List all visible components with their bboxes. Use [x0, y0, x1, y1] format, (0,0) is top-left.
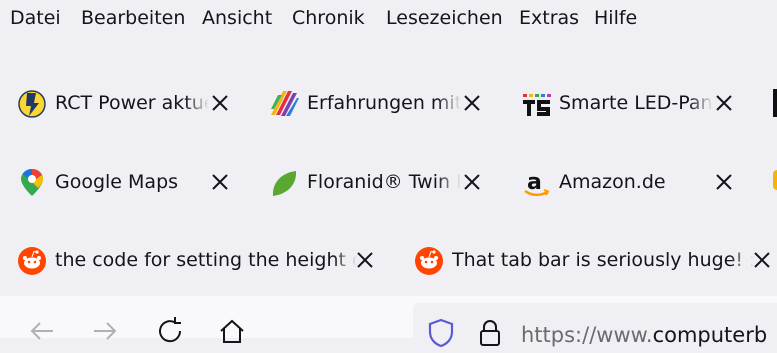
tab-close-icon[interactable]: [459, 90, 485, 116]
tab-title: Google Maps: [55, 171, 179, 193]
menu-ansicht[interactable]: Ansicht: [202, 5, 272, 31]
menu-lesezeichen[interactable]: Lesezeichen: [386, 5, 503, 31]
tab-fade: [437, 167, 461, 197]
tab-label-wrap: RCT Power aktue: [55, 88, 209, 118]
menu-datei[interactable]: Datei: [10, 5, 61, 31]
lock-icon[interactable]: [477, 318, 503, 348]
tab-reddit-code[interactable]: the code for setting the height o: [18, 239, 378, 279]
tab-amazon[interactable]: a Amazon.de: [522, 161, 747, 201]
tab-label-wrap: Erfahrungen mit: [307, 88, 461, 118]
tab-fade: [689, 88, 713, 118]
tab-reddit-tabbar[interactable]: That tab bar is seriously huge! : f: [415, 239, 777, 279]
tab-label-wrap: Google Maps: [55, 167, 209, 197]
tab-title: Amazon.de: [559, 171, 666, 193]
svg-text:a: a: [527, 170, 542, 195]
tab-label-wrap: Floranid® Twin P: [307, 167, 461, 197]
tab-label-wrap: Smarte LED-Pane: [559, 88, 713, 118]
tab-fade: [185, 88, 209, 118]
menu-chronik[interactable]: Chronik: [292, 5, 365, 31]
navigation-toolbar: https://www.computerb: [0, 296, 777, 353]
tab-close-icon[interactable]: [207, 169, 233, 195]
t5-favicon: [522, 89, 552, 119]
tab-title: That tab bar is seriously huge! : f: [452, 249, 754, 271]
url-domain: computerb: [652, 323, 768, 347]
tab-close-icon[interactable]: [207, 90, 233, 116]
amazon-icon: a: [522, 168, 552, 198]
tab-close-icon[interactable]: [711, 169, 737, 195]
url-bar[interactable]: https://www.computerb: [413, 303, 777, 353]
tab-fade: [437, 88, 461, 118]
reddit-icon: [18, 246, 48, 276]
next-tab-favicon-edge: [773, 170, 777, 190]
back-icon[interactable]: [27, 316, 57, 346]
menu-extras[interactable]: Extras: [519, 5, 579, 31]
next-tab-favicon-edge: [773, 89, 777, 117]
tab-title: the code for setting the height o: [55, 249, 357, 271]
tab-rct-power[interactable]: RCT Power aktue: [18, 82, 243, 122]
tab-close-icon[interactable]: [749, 247, 775, 273]
tracking-protection-shield-icon[interactable]: [427, 318, 455, 348]
rct-power-favicon: [18, 89, 48, 119]
tab-close-icon[interactable]: [711, 90, 737, 116]
tab-close-icon[interactable]: [459, 169, 485, 195]
tab-floranid[interactable]: Floranid® Twin P: [270, 161, 495, 201]
leaf-icon: [270, 168, 300, 198]
tab-smarte-led[interactable]: Smarte LED-Pane: [522, 82, 747, 122]
map-pin-icon: [18, 168, 48, 198]
home-icon[interactable]: [217, 316, 247, 346]
url-text[interactable]: https://www.computerb: [521, 320, 767, 350]
tab-erfahrungen[interactable]: Erfahrungen mit: [270, 82, 495, 122]
menu-hilfe[interactable]: Hilfe: [594, 5, 637, 31]
reddit-icon: [415, 246, 445, 276]
menu-bearbeiten[interactable]: Bearbeiten: [81, 5, 185, 31]
tab-label-wrap: Amazon.de: [559, 167, 713, 197]
menubar: Datei Bearbeiten Ansicht Chronik Lesezei…: [0, 0, 777, 38]
tab-label-wrap: the code for setting the height o: [55, 245, 357, 275]
tab-google-maps[interactable]: Google Maps: [18, 161, 243, 201]
tab-label-wrap: That tab bar is seriously huge! : f: [452, 245, 754, 275]
forward-icon[interactable]: [90, 316, 120, 346]
url-prefix: https://www.: [521, 323, 653, 347]
reload-icon[interactable]: [155, 316, 185, 346]
tab-close-icon[interactable]: [352, 247, 378, 273]
erfahrungen-favicon: [270, 89, 300, 119]
